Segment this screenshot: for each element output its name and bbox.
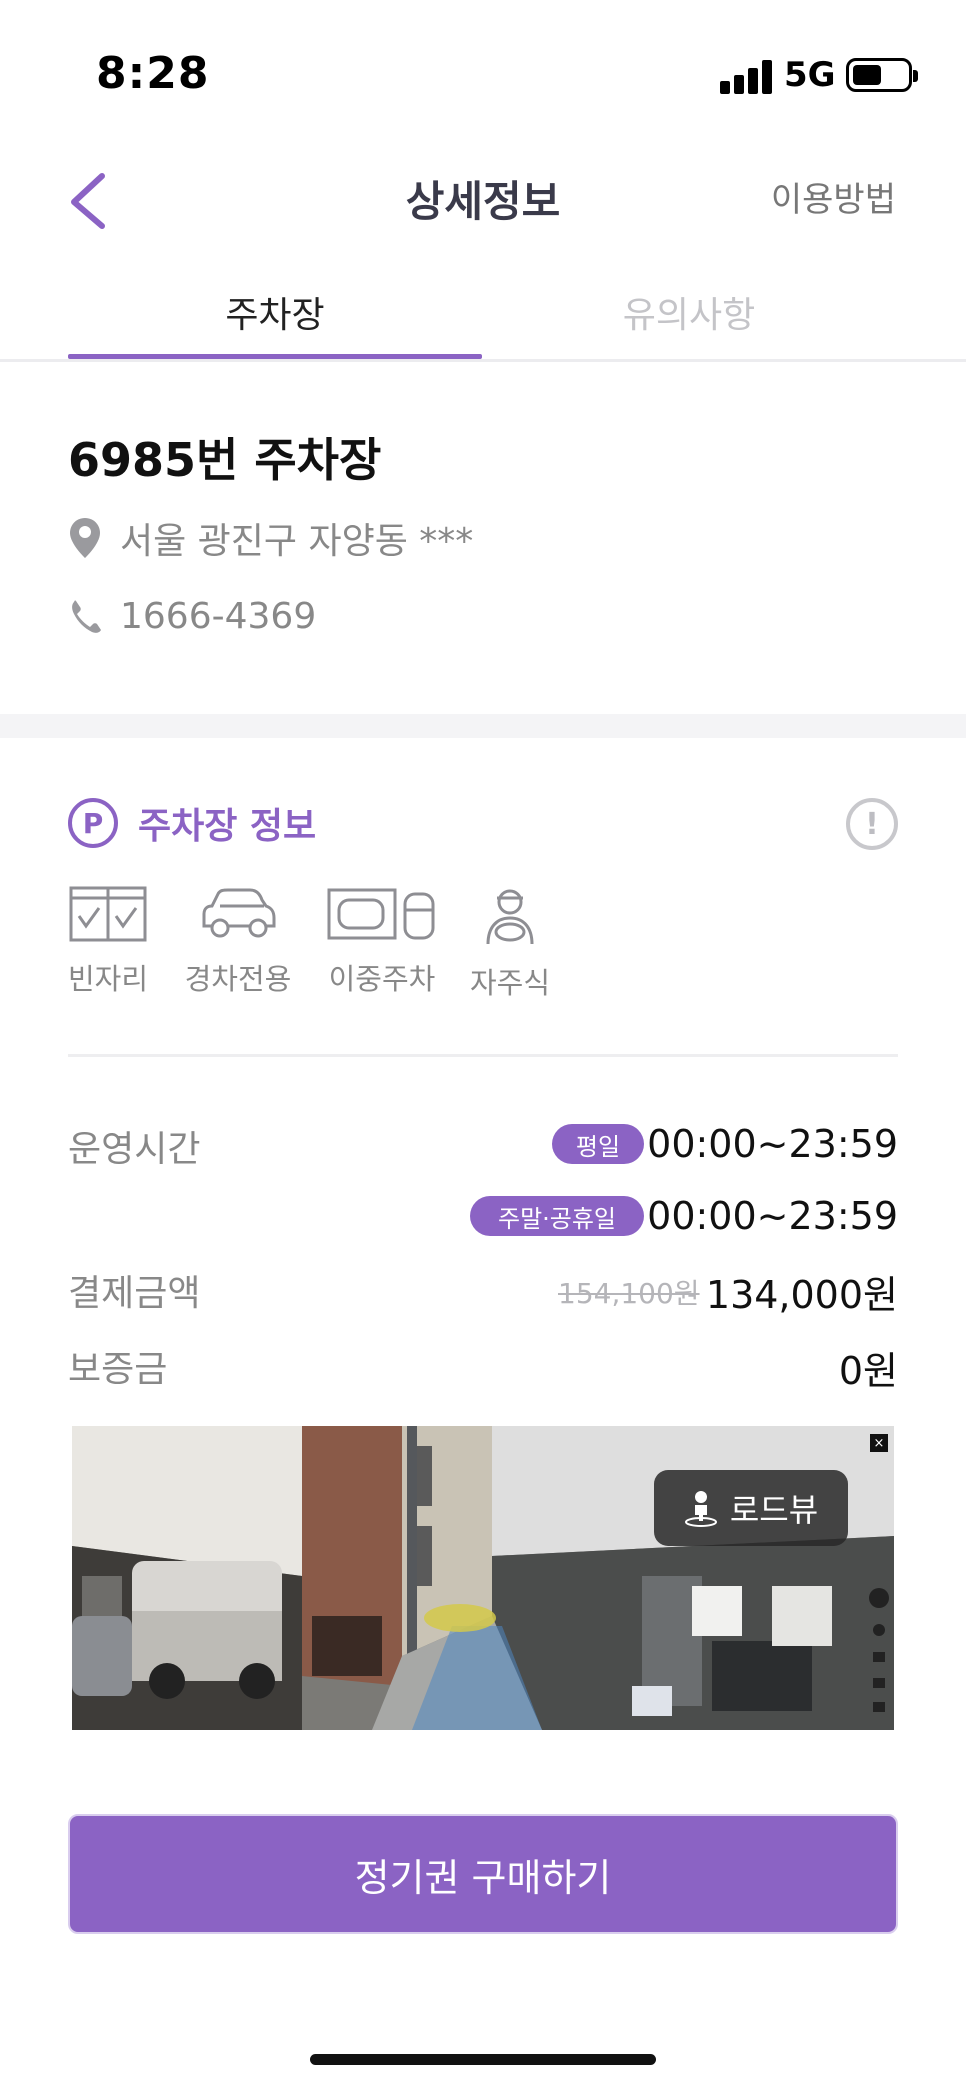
feature-self-parking: 자주식 — [468, 886, 552, 1002]
weekend-hours: 00:00~23:59 — [647, 1194, 898, 1238]
tab-notes[interactable]: 유의사항 — [482, 286, 896, 338]
tab-bar: 주차장 유의사항 — [0, 270, 966, 362]
deposit-value: 0원 — [838, 1349, 898, 1393]
location-pin-icon — [70, 518, 100, 558]
network-label: 5G — [784, 55, 836, 95]
feature-double-parking: 이중주차 — [326, 886, 438, 998]
feature-label: 빈자리 — [68, 962, 149, 996]
tab-parking-lot[interactable]: 주차장 — [68, 286, 482, 338]
phone-number: 1666-4369 — [120, 595, 317, 637]
weekday-badge: 평일 — [552, 1124, 644, 1164]
payment-price: 134,000원 — [705, 1273, 898, 1317]
roadview-close-button[interactable]: × — [870, 1434, 888, 1452]
phone-row[interactable]: 1666-4369 — [68, 590, 316, 642]
feature-label: 경차전용 — [184, 962, 292, 996]
driver-icon — [486, 889, 534, 945]
parking-p-icon: P — [68, 798, 118, 848]
info-alert-button[interactable]: ! — [846, 798, 898, 850]
feature-compact-car: 경차전용 — [182, 886, 294, 998]
purchase-pass-button[interactable]: 정기권 구매하기 — [68, 1814, 898, 1934]
phone-icon — [72, 600, 101, 633]
active-tab-indicator — [68, 354, 482, 359]
double-parking-icon — [327, 888, 435, 940]
operating-hours-label: 운영시간 — [68, 1129, 201, 1170]
address-text: 서울 광진구 자양동 *** — [120, 521, 474, 562]
roadview-button[interactable]: 로드뷰 — [654, 1470, 848, 1546]
status-bar: 8:28 5G — [0, 0, 966, 150]
map-controls-icon[interactable] — [868, 1586, 890, 1716]
address-row: 서울 광진구 자양동 *** — [68, 512, 473, 564]
feature-vacancy: 빈자리 — [68, 886, 148, 998]
status-time: 8:28 — [96, 48, 210, 99]
deposit-label: 보증금 — [68, 1349, 168, 1390]
weekday-hours: 00:00~23:59 — [647, 1122, 898, 1166]
how-to-use-link[interactable]: 이용방법 — [771, 172, 896, 221]
checkbox-grid-icon — [69, 886, 147, 942]
weekend-badge: 주말·공휴일 — [470, 1196, 644, 1236]
parking-info-header: P 주차장 정보 — [68, 796, 316, 850]
payment-amount-label: 결제금액 — [68, 1273, 201, 1314]
parking-lot-name: 6985번 주차장 — [68, 433, 382, 487]
section-separator — [0, 714, 966, 738]
feature-label: 이중주차 — [328, 962, 436, 996]
original-price: 154,100원 — [558, 1277, 700, 1310]
roadview-image[interactable]: × 로드뷰 — [72, 1426, 894, 1730]
home-indicator — [310, 2054, 656, 2065]
info-divider — [68, 1054, 898, 1057]
app-header: 상세정보 이용방법 — [0, 150, 966, 260]
signal-icon — [720, 60, 774, 94]
person-pin-icon — [684, 1491, 717, 1527]
compact-car-icon — [202, 888, 276, 938]
feature-label: 자주식 — [469, 966, 551, 1000]
roadview-button-label: 로드뷰 — [729, 1491, 819, 1529]
battery-icon — [846, 58, 918, 92]
parking-info-title: 주차장 정보 — [138, 806, 317, 847]
